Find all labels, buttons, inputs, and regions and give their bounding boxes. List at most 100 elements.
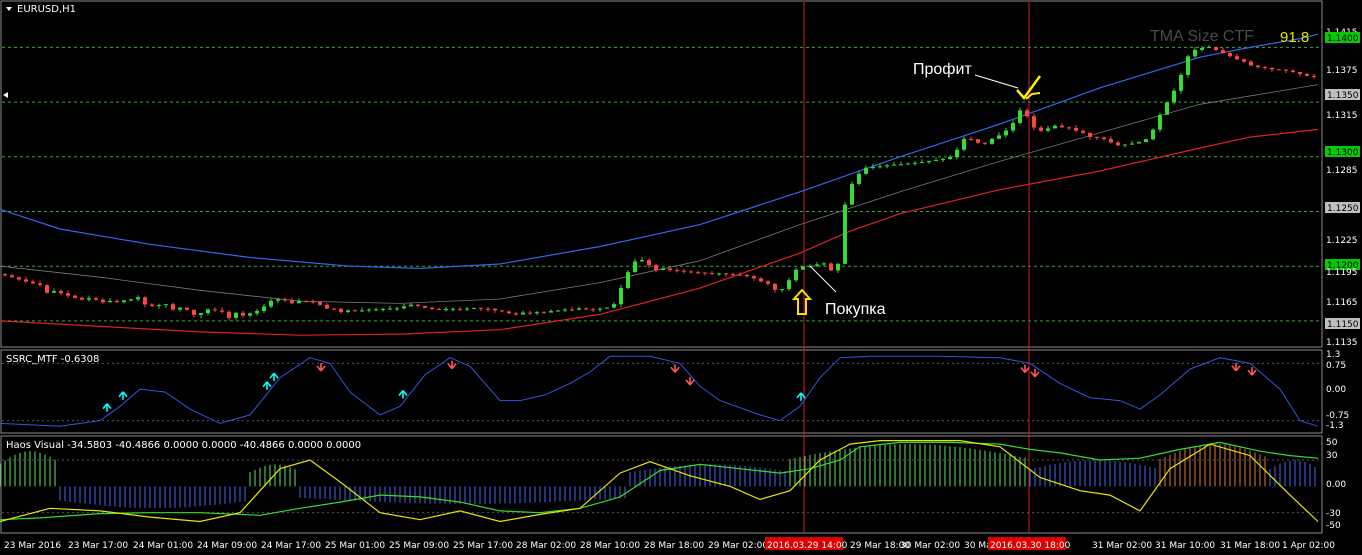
candle-body-121 [850, 183, 854, 205]
candle-body-72 [507, 311, 511, 314]
candle-body-51 [360, 310, 364, 312]
candle-body-33 [234, 312, 238, 318]
candle-body-15 [108, 300, 112, 303]
candle-body-158 [1109, 139, 1113, 143]
candle-body-52 [367, 309, 371, 311]
candle-body-102 [717, 273, 721, 275]
candle-body-152 [1067, 127, 1071, 129]
candle-body-143 [1004, 130, 1008, 136]
tma-watermark: TMA Size CTF [1150, 28, 1254, 45]
candle-body-123 [864, 167, 868, 174]
candle-body-153 [1074, 128, 1078, 131]
candle-body-12 [87, 298, 91, 300]
time-axis-label: 23 Mar 2016 [4, 541, 61, 551]
candle-body-39 [276, 299, 280, 301]
candle-body-35 [248, 313, 252, 316]
price-axis-label: 1.1195 [1326, 268, 1358, 278]
candle-body-24 [171, 304, 175, 310]
candle-body-171 [1200, 48, 1204, 50]
candle-body-127 [892, 164, 896, 166]
candle-body-85 [598, 308, 602, 310]
ssrc-axis-label: 0.75 [1326, 361, 1346, 371]
candle-body-49 [346, 310, 350, 312]
symbol-title: EURUSD,H1 [17, 4, 76, 15]
candle-body-56 [395, 308, 399, 310]
value-readout: 91.8 [1280, 29, 1309, 46]
candle-body-18 [129, 299, 133, 301]
candle-body-186 [1305, 73, 1309, 76]
candle-body-63 [444, 308, 448, 310]
candle-body-32 [227, 311, 231, 318]
candle-body-11 [80, 297, 84, 300]
ssrc-axis-label: 0.00 [1326, 385, 1346, 395]
time-axis-label: 25 Mar 17:00 [453, 541, 513, 551]
candle-body-122 [857, 173, 861, 184]
candle-body-114 [801, 266, 805, 270]
time-axis-label: 28 Mar 18:00 [644, 541, 704, 551]
candle-body-30 [213, 309, 217, 311]
candle-body-28 [199, 313, 203, 315]
candle-body-138 [969, 138, 973, 140]
candle-body-94 [661, 268, 665, 271]
candle-body-43 [304, 301, 308, 303]
candle-body-31 [220, 310, 224, 312]
candle-body-182 [1277, 69, 1281, 71]
candle-body-41 [290, 300, 294, 304]
candle-body-76 [535, 312, 539, 314]
candle-body-3 [24, 279, 28, 282]
time-axis-label: 25 Mar 01:00 [325, 541, 385, 551]
candle-body-81 [570, 309, 574, 311]
candle-body-101 [710, 273, 714, 275]
candle-body-67 [472, 307, 476, 309]
price-axis-label: 1.1285 [1326, 166, 1358, 176]
candle-body-155 [1088, 132, 1092, 137]
candle-body-22 [157, 305, 161, 307]
haos-axis-label: -50 [1326, 521, 1341, 531]
time-axis-label: 31 Mar 02:00 [1092, 541, 1152, 551]
candle-body-178 [1249, 61, 1253, 66]
candle-body-185 [1298, 71, 1302, 74]
candle-body-113 [794, 269, 798, 281]
candle-body-61 [430, 307, 434, 309]
candle-body-144 [1011, 122, 1015, 131]
candle-body-34 [241, 312, 245, 316]
candle-body-160 [1123, 144, 1127, 146]
candle-body-180 [1263, 67, 1267, 69]
candle-body-71 [500, 310, 504, 312]
candle-body-187 [1312, 75, 1316, 77]
candle-body-57 [402, 306, 406, 309]
candle-body-141 [990, 138, 994, 144]
candle-body-90 [633, 261, 637, 273]
candle-body-167 [1172, 90, 1176, 103]
candle-body-25 [178, 307, 182, 310]
candle-body-93 [654, 265, 658, 271]
time-axis-label: 30 Mar 02:00 [900, 541, 960, 551]
candle-body-146 [1025, 110, 1029, 117]
candle-body-83 [584, 308, 588, 310]
time-axis-label: 23 Mar 17:00 [68, 541, 128, 551]
price-axis-label: 1.1375 [1326, 66, 1358, 76]
candle-body-179 [1256, 65, 1260, 68]
candle-body-82 [577, 308, 581, 310]
price-tag-label: 1.1400 [1327, 34, 1359, 44]
ssrc-axis-label: -1.3 [1326, 421, 1344, 431]
candle-body-120 [843, 204, 847, 264]
candle-body-79 [556, 310, 560, 312]
time-axis-label: 28 Mar 02:00 [516, 541, 576, 551]
candle-body-124 [871, 167, 875, 169]
trading-chart[interactable]: 1.14151.14001.13751.13501.13151.13001.12… [0, 0, 1362, 555]
candle-body-6 [45, 285, 49, 293]
candle-body-91 [640, 260, 644, 262]
candle-body-184 [1291, 70, 1295, 72]
candle-body-164 [1151, 129, 1155, 140]
candle-body-136 [955, 149, 959, 158]
candle-body-87 [612, 304, 616, 308]
candle-body-174 [1221, 50, 1225, 54]
time-axis-label: 2016.03.29 14:00 [767, 541, 848, 551]
candle-body-68 [479, 307, 483, 309]
candle-body-60 [423, 305, 427, 308]
candle-body-7 [52, 291, 56, 293]
price-tag-label: 1.1350 [1327, 91, 1359, 101]
candle-body-75 [528, 312, 532, 314]
candle-body-117 [822, 263, 826, 265]
